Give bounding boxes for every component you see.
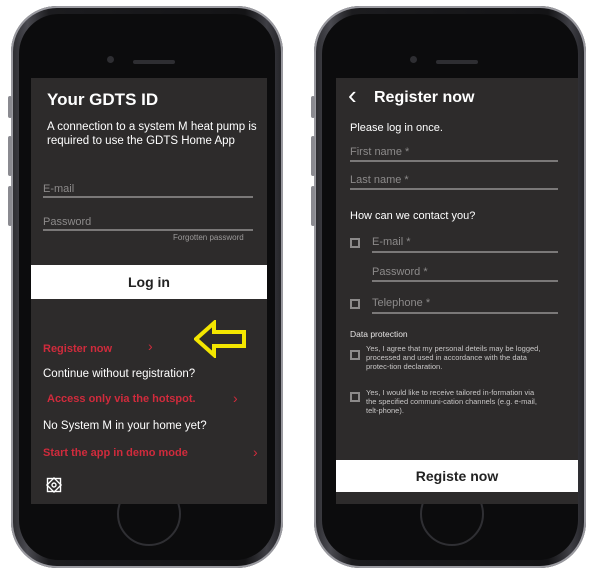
data-protection-heading: Data protection (350, 329, 408, 339)
chevron-right-icon: › (233, 390, 238, 406)
phone-frame-left: Your GDTS ID A connection to a system M … (8, 6, 283, 568)
chevron-right-icon: › (253, 444, 258, 460)
email-underline (372, 251, 558, 253)
consent-checkbox-1[interactable] (350, 350, 360, 360)
email-field-label[interactable]: E-mail (43, 183, 74, 195)
no-system-text: No System M in your home yet? (43, 420, 207, 432)
side-button (311, 186, 315, 226)
phone-frame-right: ‹ Register now Please log in once. First… (311, 6, 586, 568)
continue-without-registration: Continue without registration? (43, 368, 196, 380)
register-now-link[interactable]: Register now (43, 343, 112, 355)
back-chevron-icon[interactable]: ‹ (348, 80, 357, 111)
page-title: Your GDTS ID (47, 90, 159, 109)
contact-question: How can we contact you? (350, 210, 476, 222)
telephone-checkbox[interactable] (350, 299, 360, 309)
register-button[interactable]: Registe now (336, 460, 578, 492)
login-button[interactable]: Log in (31, 265, 267, 299)
page-title: Register now (374, 89, 475, 106)
arrow-left-icon (194, 320, 246, 358)
login-screen: Your GDTS ID A connection to a system M … (31, 78, 267, 504)
demo-mode-link[interactable]: Start the app in demo mode (43, 447, 188, 459)
consent-text-2: Yes, I would like to receive tailored in… (366, 388, 537, 415)
password-underline (372, 280, 558, 282)
side-button (8, 96, 12, 118)
last-name-field[interactable]: Last name * (350, 174, 409, 186)
email-checkbox[interactable] (350, 238, 360, 248)
brand-logo-icon (45, 476, 63, 494)
consent-text-1: Yes, I agree that my personal deteils ma… (366, 344, 541, 371)
telephone-field[interactable]: Telephone * (372, 297, 430, 309)
speaker-grille (436, 60, 478, 64)
first-name-underline (350, 160, 558, 162)
register-screen: ‹ Register now Please log in once. First… (336, 78, 578, 504)
hotspot-access-link[interactable]: Access only via the hotspot. (47, 393, 196, 405)
forgot-password-link[interactable]: Forgotten password (173, 233, 244, 242)
camera-icon (410, 56, 417, 63)
email-field[interactable] (43, 196, 253, 198)
last-name-underline (350, 188, 558, 190)
register-subtitle: Please log in once. (350, 122, 443, 134)
password-field[interactable] (43, 229, 253, 231)
chevron-right-icon: › (148, 338, 153, 354)
login-description: A connection to a system M heat pump is … (47, 121, 257, 147)
side-button (8, 186, 12, 226)
side-button (8, 136, 12, 176)
email-field[interactable]: E-mail * (372, 236, 411, 248)
telephone-underline (372, 312, 558, 314)
camera-icon (107, 56, 114, 63)
password-field-label[interactable]: Password (43, 216, 91, 228)
side-button (311, 136, 315, 176)
side-button (311, 96, 315, 118)
first-name-field[interactable]: First name * (350, 146, 409, 158)
speaker-grille (133, 60, 175, 64)
password-field[interactable]: Password * (372, 266, 428, 278)
consent-checkbox-2[interactable] (350, 392, 360, 402)
